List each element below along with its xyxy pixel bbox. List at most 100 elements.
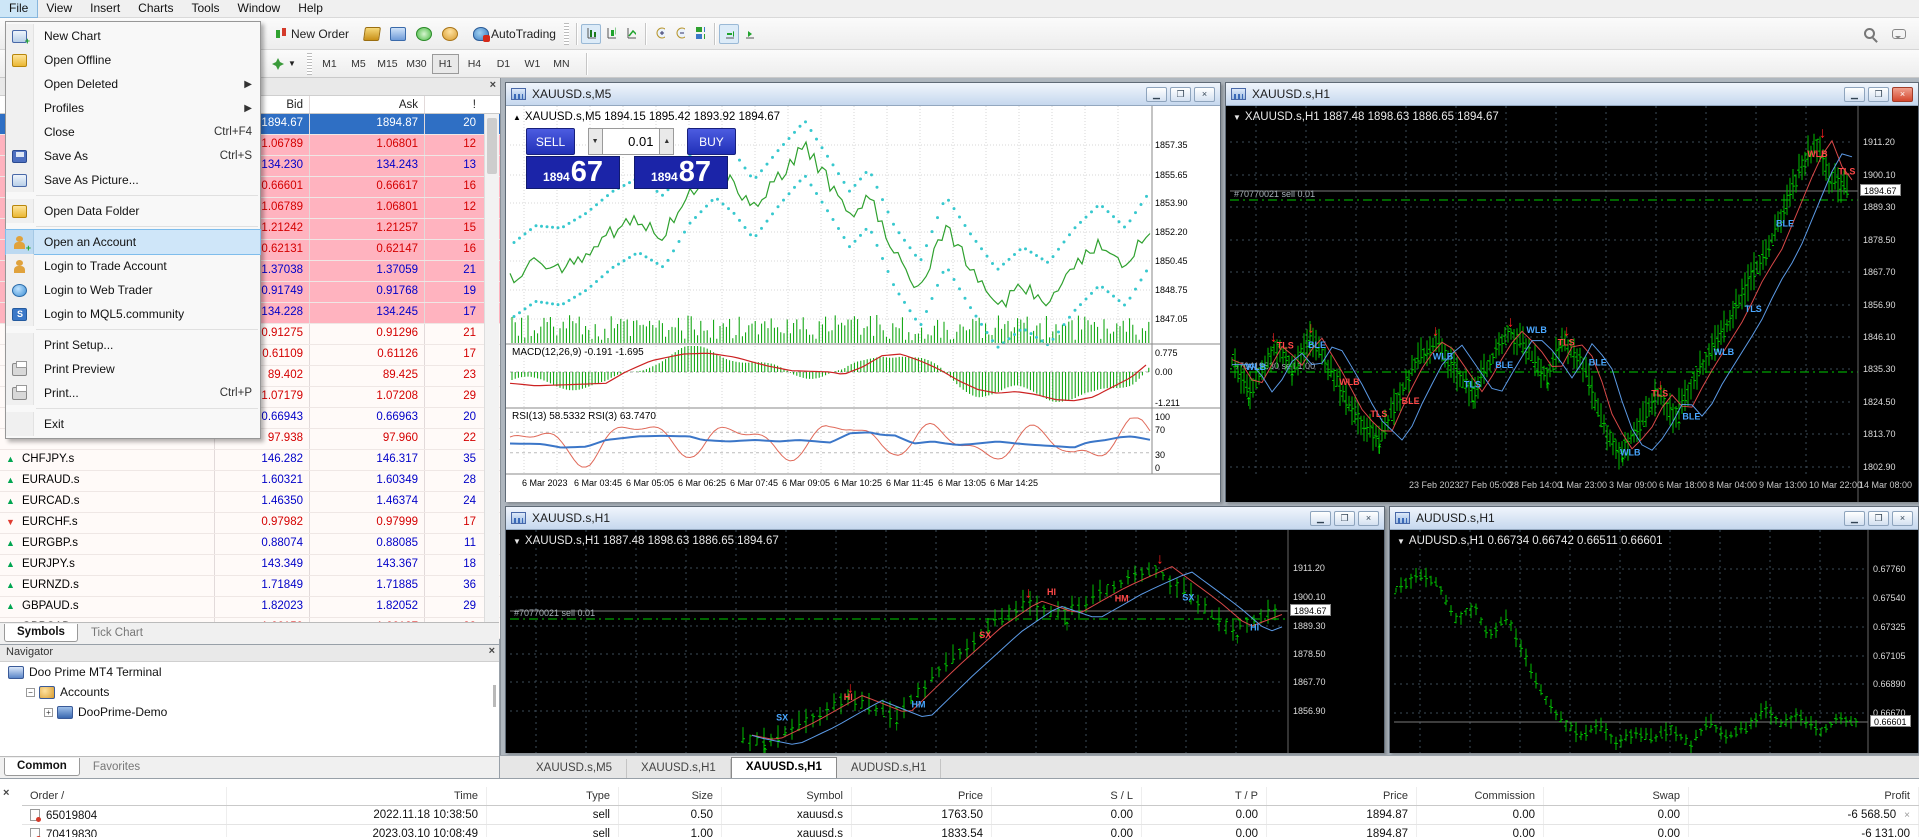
file-menu-item-print-setup-[interactable]: Print Setup... xyxy=(6,333,260,357)
minimize-icon[interactable]: ▁ xyxy=(1146,87,1167,102)
restore-icon[interactable]: ❐ xyxy=(1334,511,1355,526)
market-watch-row[interactable]: EURJPY.s▲143.349143.36718 xyxy=(0,555,500,576)
menubar-item-insert[interactable]: Insert xyxy=(81,0,129,17)
close-order-icon[interactable]: × xyxy=(1904,810,1910,821)
file-menu-item-save-as[interactable]: Save AsCtrl+S xyxy=(6,144,260,168)
column-ask[interactable]: Ask xyxy=(310,96,425,113)
window-title-bar[interactable]: XAUUSD.s,M5 ▁ ❐ × xyxy=(506,83,1220,106)
zoom-in-icon[interactable] xyxy=(650,24,670,44)
market-watch-tab-tick-chart[interactable]: Tick Chart xyxy=(78,624,156,643)
chart-area-h1-top[interactable]: #70770021 sell 0.01#70419830 sell 1.00↑↓… xyxy=(1226,106,1918,502)
chart-tab-2[interactable]: XAUUSD.s,H1 xyxy=(731,757,837,778)
timeframe-m1[interactable]: M1 xyxy=(316,54,343,74)
chart-tab-3[interactable]: AUDUSD.s,H1 xyxy=(837,759,941,778)
orders-column-swap[interactable]: Swap xyxy=(1544,787,1689,805)
market-watch-scrollbar[interactable] xyxy=(484,114,499,644)
timeframe-m15[interactable]: M15 xyxy=(374,54,401,74)
column-spread[interactable]: ! xyxy=(425,96,485,113)
orders-column-type[interactable]: Type xyxy=(487,787,619,805)
close-icon[interactable]: × xyxy=(489,645,495,657)
search-icon[interactable] xyxy=(1859,24,1879,44)
orders-column-s-l[interactable]: S / L xyxy=(992,787,1142,805)
file-menu-item-save-as-picture-[interactable]: Save As Picture... xyxy=(6,168,260,192)
timeframe-h4[interactable]: H4 xyxy=(461,54,488,74)
indicators-button[interactable]: ▼ xyxy=(266,52,301,76)
close-icon[interactable]: × xyxy=(1892,87,1913,102)
timeframe-d1[interactable]: D1 xyxy=(490,54,517,74)
bar-chart-button[interactable] xyxy=(581,24,601,44)
chart-area-m5[interactable]: ▲XAUUSD.s,M5 1894.15 1895.42 1893.92 189… xyxy=(506,106,1220,502)
buy-price-display[interactable]: 189487 xyxy=(634,156,728,189)
market-watch-tab-symbols[interactable]: Symbols xyxy=(4,624,78,642)
lot-size-input[interactable]: 0.01 xyxy=(603,128,660,155)
order-row[interactable]: 704198302023.03.10 10:08:49sell1.00xauus… xyxy=(22,825,1919,837)
restore-icon[interactable]: ❐ xyxy=(1868,87,1889,102)
orders-column-size[interactable]: Size xyxy=(619,787,722,805)
menubar-item-view[interactable]: View xyxy=(37,0,81,17)
orders-column-commission[interactable]: Commission xyxy=(1417,787,1544,805)
market-watch-row[interactable]: EURNZD.s▲1.718491.7188536 xyxy=(0,576,500,597)
timeframe-m5[interactable]: M5 xyxy=(345,54,372,74)
file-menu-item-open-offline[interactable]: Open Offline xyxy=(6,48,260,72)
file-menu-item-profiles[interactable]: Profiles▶ xyxy=(6,96,260,120)
orders-column-price[interactable]: Price xyxy=(852,787,992,805)
chart-window-xauusd-h1-bottom[interactable]: XAUUSD.s,H1 ▁ ❐ × #70770021 sell 0.01↑↓↑… xyxy=(505,506,1385,753)
orders-column-price[interactable]: Price xyxy=(1267,787,1417,805)
navigator-scrollbar[interactable] xyxy=(493,685,496,707)
collapse-icon[interactable]: − xyxy=(26,688,35,697)
file-menu-item-open-data-folder[interactable]: Open Data Folder xyxy=(6,199,260,223)
close-icon[interactable]: × xyxy=(1892,511,1913,526)
close-icon[interactable]: × xyxy=(3,787,9,799)
community-icon[interactable] xyxy=(440,24,460,44)
sell-price-display[interactable]: 189467 xyxy=(526,156,620,189)
window-title-bar[interactable]: AUDUSD.s,H1 ▁ ❐ × xyxy=(1390,507,1918,530)
chart-shift-button[interactable] xyxy=(739,24,759,44)
sell-button[interactable]: SELL xyxy=(526,128,575,155)
lot-increase-button[interactable]: ▲ xyxy=(659,128,674,155)
file-menu-item-exit[interactable]: Exit xyxy=(6,412,260,436)
auto-scroll-button[interactable] xyxy=(719,24,739,44)
menubar-item-help[interactable]: Help xyxy=(289,0,332,17)
menubar-item-charts[interactable]: Charts xyxy=(129,0,182,17)
metaeditor-icon[interactable] xyxy=(388,24,408,44)
tile-windows-icon[interactable] xyxy=(690,24,710,44)
orders-column-order[interactable]: Order / xyxy=(22,787,227,805)
window-title-bar[interactable]: XAUUSD.s,H1 ▁ ❐ × xyxy=(1226,83,1918,106)
candlestick-button[interactable] xyxy=(601,24,621,44)
navigator-tab-favorites[interactable]: Favorites xyxy=(80,758,153,777)
market-watch-row[interactable]: EURGBP.s▲0.880740.8808511 xyxy=(0,534,500,555)
file-menu-item-login-to-mql5-community[interactable]: Login to MQL5.community xyxy=(6,302,260,326)
menubar-item-window[interactable]: Window xyxy=(229,0,290,17)
file-menu-item-login-to-web-trader[interactable]: Login to Web Trader xyxy=(6,278,260,302)
autotrading-button[interactable]: AutoTrading xyxy=(466,22,561,46)
file-menu-item-print-preview[interactable]: Print Preview xyxy=(6,357,260,381)
minimize-icon[interactable]: ▁ xyxy=(1844,511,1865,526)
chart-tab-1[interactable]: XAUUSD.s,H1 xyxy=(627,759,731,778)
buy-button[interactable]: BUY xyxy=(687,128,736,155)
expand-icon[interactable]: + xyxy=(44,708,53,717)
menubar-item-file[interactable]: File xyxy=(0,0,37,17)
minimize-icon[interactable]: ▁ xyxy=(1310,511,1331,526)
market-icon[interactable] xyxy=(362,24,382,44)
orders-column-t-p[interactable]: T / P xyxy=(1142,787,1267,805)
restore-icon[interactable]: ❐ xyxy=(1170,87,1191,102)
chart-window-xauusd-m5[interactable]: XAUUSD.s,M5 ▁ ❐ × ▲XAUUSD.s,M5 1894.15 1… xyxy=(505,82,1221,502)
signals-icon[interactable] xyxy=(414,24,434,44)
file-menu-item-open-an-account[interactable]: +Open an Account xyxy=(6,230,260,254)
navigator-item[interactable]: +DooPrime-Demo xyxy=(0,702,499,722)
minimize-icon[interactable]: ▁ xyxy=(1844,87,1865,102)
line-chart-button[interactable] xyxy=(621,24,641,44)
navigator-item[interactable]: Doo Prime MT4 Terminal xyxy=(0,662,499,682)
file-menu-item-login-to-trade-account[interactable]: Login to Trade Account xyxy=(6,254,260,278)
file-menu-item-close[interactable]: CloseCtrl+F4 xyxy=(6,120,260,144)
orders-column-profit[interactable]: Profit xyxy=(1689,787,1919,805)
timeframe-w1[interactable]: W1 xyxy=(519,54,546,74)
timeframe-m30[interactable]: M30 xyxy=(403,54,430,74)
market-watch-row[interactable]: EURAUD.s▲1.603211.6034928 xyxy=(0,471,500,492)
chat-icon[interactable] xyxy=(1889,24,1909,44)
chart-area-audusd[interactable]: ▼AUDUSD.s,H1 0.66734 0.66742 0.66511 0.6… xyxy=(1390,530,1918,753)
file-menu-item-open-deleted[interactable]: Open Deleted▶ xyxy=(6,72,260,96)
market-watch-row[interactable]: CHFJPY.s▲146.282146.31735 xyxy=(0,450,500,471)
chart-tab-0[interactable]: XAUUSD.s,M5 xyxy=(522,759,627,778)
navigator-tab-common[interactable]: Common xyxy=(4,758,80,776)
